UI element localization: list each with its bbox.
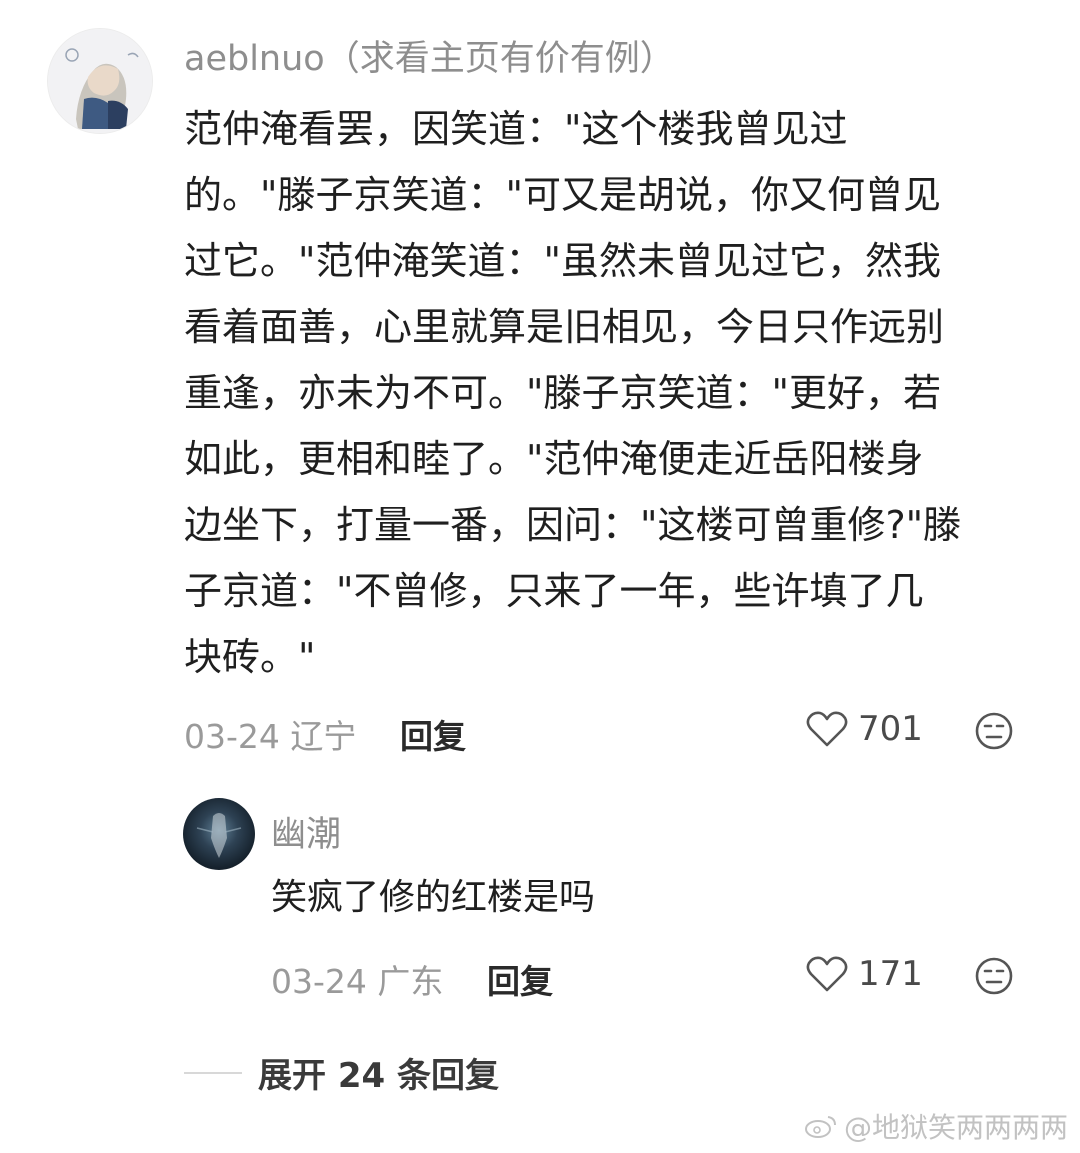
comment-text-line: 范仲淹看罢，因笑道："这个楼我曾见过 [184, 107, 848, 151]
like-count: 701 [858, 709, 923, 749]
neutral-face-icon [975, 957, 1013, 995]
comment-location: 辽宁 [290, 717, 357, 756]
emoji-reaction-button[interactable] [974, 711, 1014, 755]
comment-text-line: 子京道："不曾修，只来了一年，些许填了几 [184, 569, 924, 613]
reply-meta: 03-24 广东 [271, 955, 443, 1003]
reply-emoji-reaction-button[interactable] [974, 956, 1014, 1000]
reply-user-avatar[interactable] [183, 798, 255, 870]
comment-text-line: 重逢，亦未为不可。"滕子京笑道："更好，若 [184, 371, 941, 415]
reply-like-button[interactable]: 171 [806, 954, 923, 994]
watermark: @地狱笑两两两两 [804, 1106, 1068, 1146]
watermark-text: @地狱笑两两两两 [843, 1111, 1068, 1144]
dark-figure-avatar [196, 813, 242, 858]
comment-date: 03-24 [184, 717, 280, 756]
reply-to-reply-button[interactable]: 回复 [487, 955, 553, 1003]
weibo-logo-icon [804, 1116, 836, 1138]
anime-avatar-illustration [48, 29, 152, 133]
like-button[interactable]: 701 [806, 709, 923, 749]
comment-text-line: 的。"滕子京笑道："可又是胡说，你又何曾见 [184, 173, 941, 217]
reply-button[interactable]: 回复 [400, 710, 466, 758]
reply-body: 笑疯了修的红楼是吗 [271, 877, 596, 918]
comment-text-line: 如此，更相和睦了。"范仲淹便走近岳阳楼身 [184, 437, 924, 481]
heart-icon [806, 711, 848, 747]
heart-icon [806, 956, 848, 992]
divider-line [184, 1071, 242, 1074]
comment-text-line: 边坐下，打量一番，因问："这楼可曾重修?"滕 [184, 503, 962, 547]
comment-username[interactable]: aeblnuo（求看主页有价有例） [184, 30, 675, 81]
expand-replies-label: 展开 24 条回复 [258, 1056, 499, 1096]
reply-like-count: 171 [858, 954, 923, 994]
comment-text-line: 块砖。" [184, 635, 316, 679]
comment-text-line: 看着面善，心里就算是旧相见，今日只作远别 [184, 305, 945, 349]
comment-meta: 03-24 辽宁 [184, 710, 356, 758]
neutral-face-icon [975, 712, 1013, 750]
reply-location: 广东 [377, 962, 444, 1001]
comment-body: 范仲淹看罢，因笑道："这个楼我曾见过 的。"滕子京笑道："可又是胡说，你又何曾见… [184, 96, 1044, 690]
expand-replies-link[interactable]: 展开 24 条回复 [184, 1048, 499, 1097]
user-avatar[interactable] [47, 28, 153, 134]
reply-username[interactable]: 幽潮 [271, 806, 341, 857]
comment-text-line: 过它。"范仲淹笑道："虽然未曾见过它，然我 [184, 239, 941, 283]
reply-date: 03-24 [271, 962, 367, 1001]
